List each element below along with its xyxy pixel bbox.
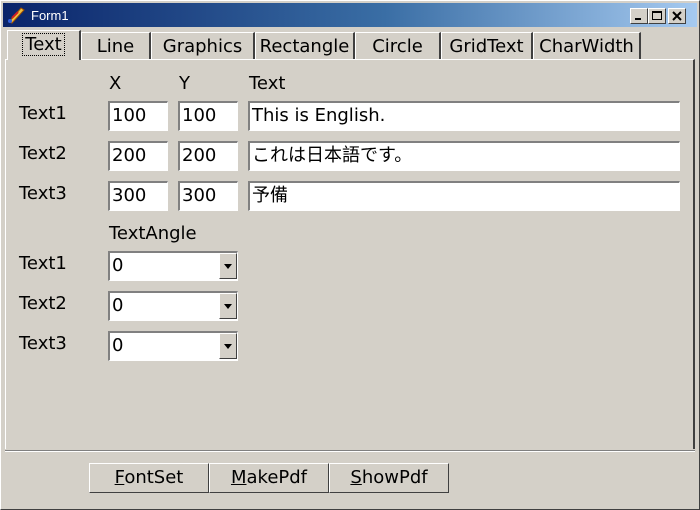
tab-label: Text xyxy=(22,33,65,56)
chevron-down-icon xyxy=(224,264,232,269)
column-header-text: Text xyxy=(249,73,286,94)
tab-label: GridText xyxy=(449,36,524,57)
tab-rectangle[interactable]: Rectangle xyxy=(255,32,355,60)
dropdown-button[interactable] xyxy=(219,333,237,359)
app-window: Form1 Text Line Graphics Rectangle Circl… xyxy=(0,0,700,510)
tab-gridtext[interactable]: GridText xyxy=(441,32,533,60)
angle-label-text3: Text3 xyxy=(19,333,67,354)
showpdf-button[interactable]: ShowPdf xyxy=(329,463,449,493)
column-header-y: Y xyxy=(179,73,190,94)
tab-circle[interactable]: Circle xyxy=(355,32,441,60)
close-button[interactable] xyxy=(668,8,686,24)
fontset-button[interactable]: FontSet xyxy=(89,463,209,493)
showpdf-label: howPdf xyxy=(361,467,428,488)
tab-label: Line xyxy=(96,36,135,57)
makepdf-mnemonic: M xyxy=(230,467,247,488)
text2-text-field[interactable]: これは日本語です。 xyxy=(248,141,680,171)
tab-graphics[interactable]: Graphics xyxy=(151,32,255,60)
tab-text[interactable]: Text xyxy=(7,30,81,60)
chevron-down-icon xyxy=(224,344,232,349)
dropdown-button[interactable] xyxy=(219,293,237,319)
minimize-button[interactable] xyxy=(630,8,648,24)
minimize-icon xyxy=(635,18,641,20)
makepdf-button[interactable]: MakePdf xyxy=(209,463,329,493)
dropdown-button[interactable] xyxy=(219,253,237,279)
text1-text-field[interactable]: This is English. xyxy=(248,101,680,131)
tab-label: Rectangle xyxy=(259,36,350,57)
title-bar[interactable]: Form1 xyxy=(3,3,697,27)
text1-x-field[interactable]: 100 xyxy=(108,101,168,131)
text2-angle-select[interactable]: 0 xyxy=(108,291,238,321)
angle-label-text2: Text2 xyxy=(19,293,67,314)
maximize-icon xyxy=(652,11,662,20)
row-label-text3: Text3 xyxy=(19,183,67,204)
text2-y-field[interactable]: 200 xyxy=(178,141,238,171)
showpdf-mnemonic: S xyxy=(350,467,362,488)
makepdf-label: akePdf xyxy=(246,467,308,488)
chevron-down-icon xyxy=(224,304,232,309)
text3-x-field[interactable]: 300 xyxy=(108,181,168,211)
text3-angle-value: 0 xyxy=(112,335,124,356)
tab-line[interactable]: Line xyxy=(81,32,151,60)
row-label-text1: Text1 xyxy=(19,103,67,124)
fontset-label: ontSet xyxy=(124,467,184,488)
tab-label: CharWidth xyxy=(539,36,634,57)
text1-angle-select[interactable]: 0 xyxy=(108,251,238,281)
text3-angle-select[interactable]: 0 xyxy=(108,331,238,361)
row-label-text2: Text2 xyxy=(19,143,67,164)
text2-angle-value: 0 xyxy=(112,295,124,316)
tab-strip: Text Line Graphics Rectangle Circle Grid… xyxy=(5,30,695,60)
text1-y-field[interactable]: 100 xyxy=(178,101,238,131)
close-icon xyxy=(672,11,682,21)
tab-label: Circle xyxy=(372,36,423,57)
maximize-button[interactable] xyxy=(648,8,666,24)
text3-y-field[interactable]: 300 xyxy=(178,181,238,211)
app-feather-icon xyxy=(6,6,26,24)
tab-charwidth[interactable]: CharWidth xyxy=(533,32,641,60)
text1-angle-value: 0 xyxy=(112,255,124,276)
fontset-mnemonic: F xyxy=(114,467,125,488)
text2-x-field[interactable]: 200 xyxy=(108,141,168,171)
text3-text-field[interactable]: 予備 xyxy=(248,181,680,211)
column-header-x: X xyxy=(109,73,122,94)
tab-label: Graphics xyxy=(162,36,243,57)
bottom-divider-highlight xyxy=(5,451,695,452)
angle-label-text1: Text1 xyxy=(19,253,67,274)
textangle-heading: TextAngle xyxy=(109,223,197,244)
window-title: Form1 xyxy=(31,8,69,23)
